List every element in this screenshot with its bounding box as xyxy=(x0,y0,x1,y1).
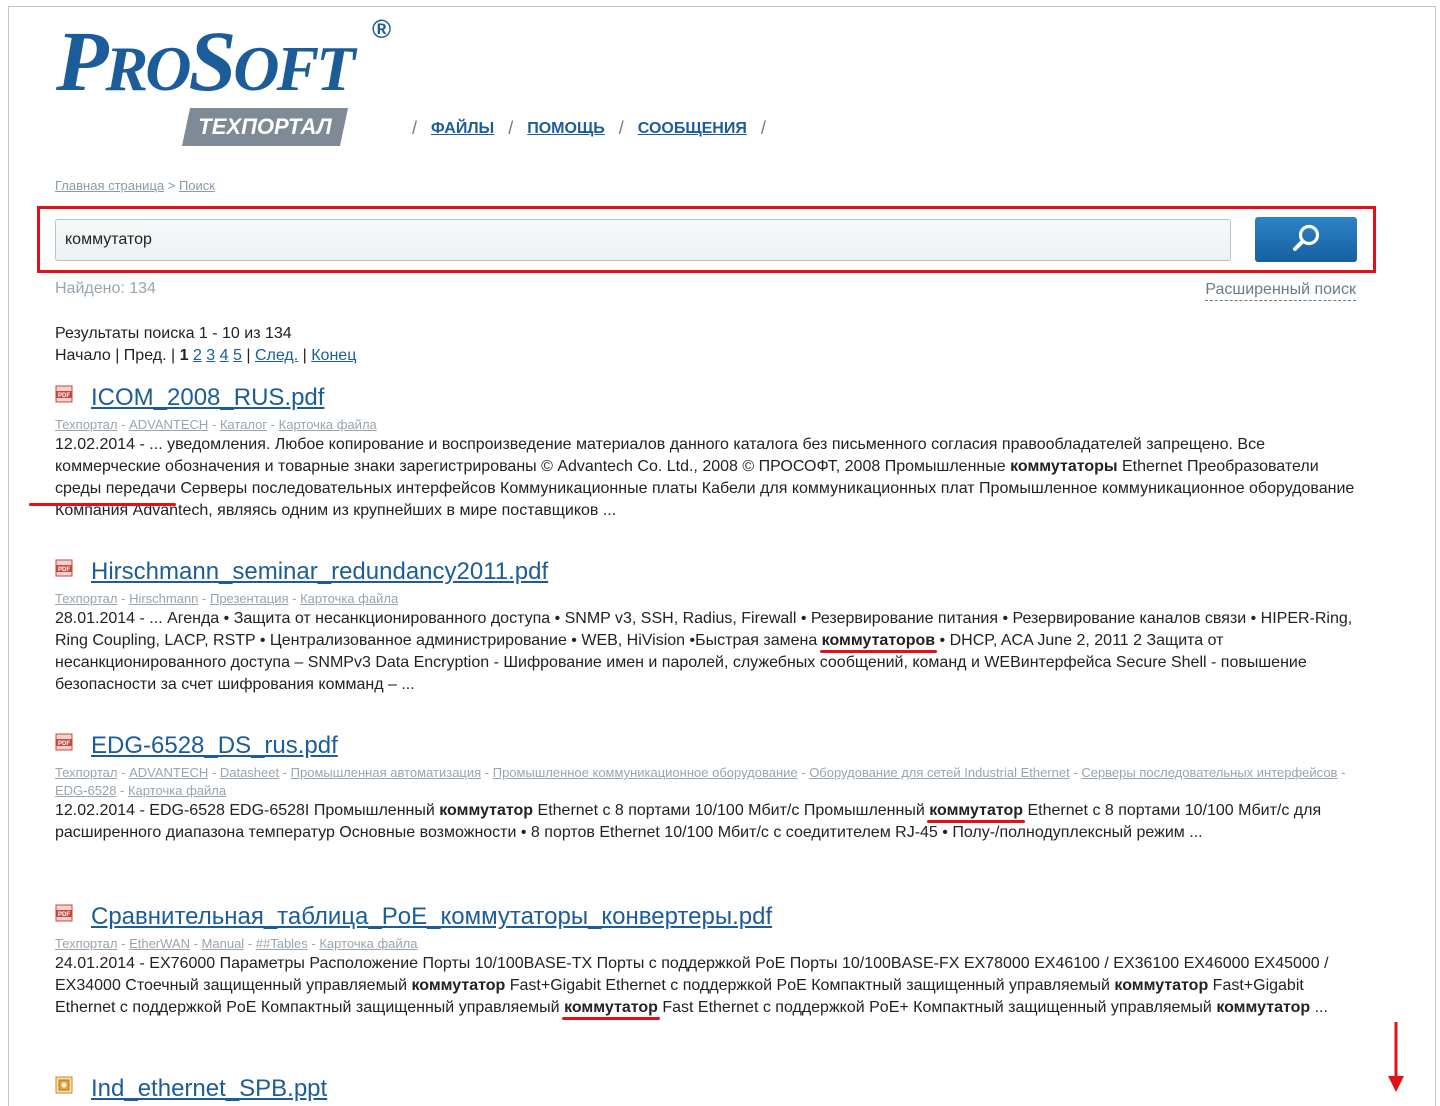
pdf-icon: PDF xyxy=(55,904,73,922)
found-count: Найдено: 134 xyxy=(55,280,156,297)
highlighted-term: коммутатор xyxy=(411,977,506,994)
pagination-page[interactable]: 2 xyxy=(193,347,202,364)
highlighted-term: коммутатор xyxy=(564,999,658,1016)
nav-separator: / xyxy=(760,118,766,138)
pdf-icon: PDF xyxy=(55,559,73,577)
highlighted-term: коммутаторов xyxy=(821,632,936,649)
result-path-link[interactable]: Hirschmann xyxy=(129,591,198,606)
result-path-link[interactable]: EtherWAN xyxy=(129,936,190,951)
pagination-start: Начало xyxy=(55,347,111,364)
pagination-current: 1 xyxy=(179,347,189,364)
nav-separator: / xyxy=(618,118,624,138)
results-summary: Результаты поиска 1 - 10 из 134 Начало |… xyxy=(55,323,356,367)
result-snippet: 24.01.2014 - EX76000 Параметры Расположе… xyxy=(55,955,1329,1016)
result-path-link[interactable]: Manual xyxy=(202,936,245,951)
pagination-prev: Пред. xyxy=(123,347,167,364)
result-path: Техпортал - ADVANTECH - Каталог - Карточ… xyxy=(55,417,377,432)
result-title-row: PDF Hirschmann_seminar_redundancy2011.pdf xyxy=(55,556,1365,588)
highlighted-term: коммутатор xyxy=(1216,999,1311,1016)
result-path: Техпортал - EtherWAN - Manual - ##Tables… xyxy=(55,936,418,951)
result-path-link[interactable]: ADVANTECH xyxy=(129,765,208,780)
pagination-page[interactable]: 3 xyxy=(206,347,215,364)
result-path-link[interactable]: Техпортал xyxy=(55,936,118,951)
result-snippet: 12.02.2014 - EDG-6528 EDG-6528I Промышле… xyxy=(55,802,1322,841)
registered-mark: ® xyxy=(372,14,392,44)
annotation-underline xyxy=(29,503,176,506)
pagination-end[interactable]: Конец xyxy=(311,347,356,364)
result-path-link[interactable]: Серверы последовательных интерфейсов xyxy=(1081,765,1337,780)
result-path-link[interactable]: Оборудование для сетей Industrial Ethern… xyxy=(809,765,1070,780)
result-path-link[interactable]: ##Tables xyxy=(256,936,308,951)
pagination-page[interactable]: 5 xyxy=(233,347,242,364)
logo-band-label: ТЕХПОРТАЛ xyxy=(198,114,332,139)
result-title-row: PDF EDG-6528_DS_rus.pdf xyxy=(55,730,1365,762)
pagination-next[interactable]: След. xyxy=(255,347,298,364)
search-result: PDF Сравнительная_таблица_PoE_коммутаторы… xyxy=(55,901,1365,1019)
result-title-link[interactable]: EDG-6528_DS_rus.pdf xyxy=(91,732,338,760)
logo-wordmark: PROSOFT xyxy=(56,13,355,109)
advanced-search-link[interactable]: Расширенный поиск xyxy=(1205,280,1356,301)
highlighted-term: коммутатор xyxy=(439,802,534,819)
highlighted-term: коммутаторы xyxy=(1010,458,1118,475)
scroll-down-arrow-icon xyxy=(1388,1022,1404,1092)
result-title-link[interactable]: Сравнительная_таблица_PoE_коммутаторы_ко… xyxy=(91,903,772,931)
ppt-icon xyxy=(55,1076,73,1094)
pdf-icon: PDF xyxy=(55,385,73,403)
result-path-link[interactable]: Datasheet xyxy=(220,765,279,780)
result-path-link[interactable]: Каталог xyxy=(220,417,267,432)
breadcrumb-current[interactable]: Поиск xyxy=(179,178,215,193)
result-path-link[interactable]: Техпортал xyxy=(55,591,118,606)
result-title-row: PDF Сравнительная_таблица_PoE_коммутаторы… xyxy=(55,901,1365,933)
nav-files[interactable]: ФАЙЛЫ xyxy=(431,120,494,138)
result-path-link[interactable]: EDG-6528 xyxy=(55,783,116,798)
breadcrumb: Главная страница > Поиск xyxy=(55,178,215,193)
result-title-link[interactable]: ICOM_2008_RUS.pdf xyxy=(91,384,324,412)
top-nav: / ФАЙЛЫ / ПОМОЩЬ / СООБЩЕНИЯ / xyxy=(398,118,780,139)
result-path-link[interactable]: Техпортал xyxy=(55,417,118,432)
pdf-icon: PDF xyxy=(55,733,73,751)
result-title-row: PDF ICOM_2008_RUS.pdf xyxy=(55,382,1365,414)
breadcrumb-home[interactable]: Главная страница xyxy=(55,178,164,193)
search-button[interactable] xyxy=(1255,217,1357,262)
results-range: Результаты поиска 1 - 10 из 134 xyxy=(55,325,292,342)
svg-text:PDF: PDF xyxy=(58,567,70,573)
result-path-link[interactable]: Промышленное коммуникационное оборудован… xyxy=(493,765,798,780)
prosoft-logo[interactable]: PROSOFT ® ТЕХПОРТАЛ xyxy=(56,13,401,150)
magnifier-icon xyxy=(1293,224,1320,251)
breadcrumb-separator: > xyxy=(164,178,179,193)
nav-separator: / xyxy=(508,118,514,138)
result-snippet: 28.01.2014 - ... Агенда • Защита от неса… xyxy=(55,610,1353,693)
nav-messages[interactable]: СООБЩЕНИЯ xyxy=(638,120,747,138)
search-result: PDF EDG-6528_DS_rus.pdf Техпортал - ADVANT… xyxy=(55,730,1365,844)
result-path-link[interactable]: ADVANTECH xyxy=(129,417,208,432)
result-path-link[interactable]: Презентация xyxy=(210,591,289,606)
result-title-row: Ind_ethernet_SPB.ppt xyxy=(55,1073,1365,1105)
result-path-link[interactable]: Карточка файла xyxy=(279,417,377,432)
highlighted-term: коммутатор xyxy=(929,802,1024,819)
result-path: Техпортал - ADVANTECH - Datasheet - Пром… xyxy=(55,765,1346,798)
svg-text:PDF: PDF xyxy=(58,393,70,399)
search-result: Ind_ethernet_SPB.ppt xyxy=(55,1073,1365,1105)
result-path-link[interactable]: Карточка файла xyxy=(300,591,398,606)
result-path-link[interactable]: Карточка файла xyxy=(128,783,226,798)
result-path-link[interactable]: Промышленная автоматизация xyxy=(291,765,482,780)
search-result: PDF ICOM_2008_RUS.pdf Техпортал - ADVANTEC… xyxy=(55,382,1365,522)
logo-band: ТЕХПОРТАЛ xyxy=(181,108,349,146)
nav-separator: / xyxy=(412,118,418,138)
nav-help[interactable]: ПОМОЩЬ xyxy=(527,120,605,138)
svg-text:PDF: PDF xyxy=(58,741,70,747)
highlighted-term: коммутатор xyxy=(1114,977,1209,994)
result-path-link[interactable]: Техпортал xyxy=(55,765,118,780)
svg-text:PDF: PDF xyxy=(58,912,70,918)
result-path-link[interactable]: Карточка файла xyxy=(319,936,417,951)
result-snippet: 12.02.2014 - ... уведомления. Любое копи… xyxy=(55,436,1355,519)
search-input[interactable] xyxy=(55,219,1231,261)
pagination-page[interactable]: 4 xyxy=(220,347,229,364)
pagination: Начало | Пред. | 1 2 3 4 5 | След. | Кон… xyxy=(55,347,357,364)
result-title-link[interactable]: Hirschmann_seminar_redundancy2011.pdf xyxy=(91,558,548,586)
result-path: Техпортал - Hirschmann - Презентация - К… xyxy=(55,591,399,606)
search-result: PDF Hirschmann_seminar_redundancy2011.pdf… xyxy=(55,556,1365,696)
